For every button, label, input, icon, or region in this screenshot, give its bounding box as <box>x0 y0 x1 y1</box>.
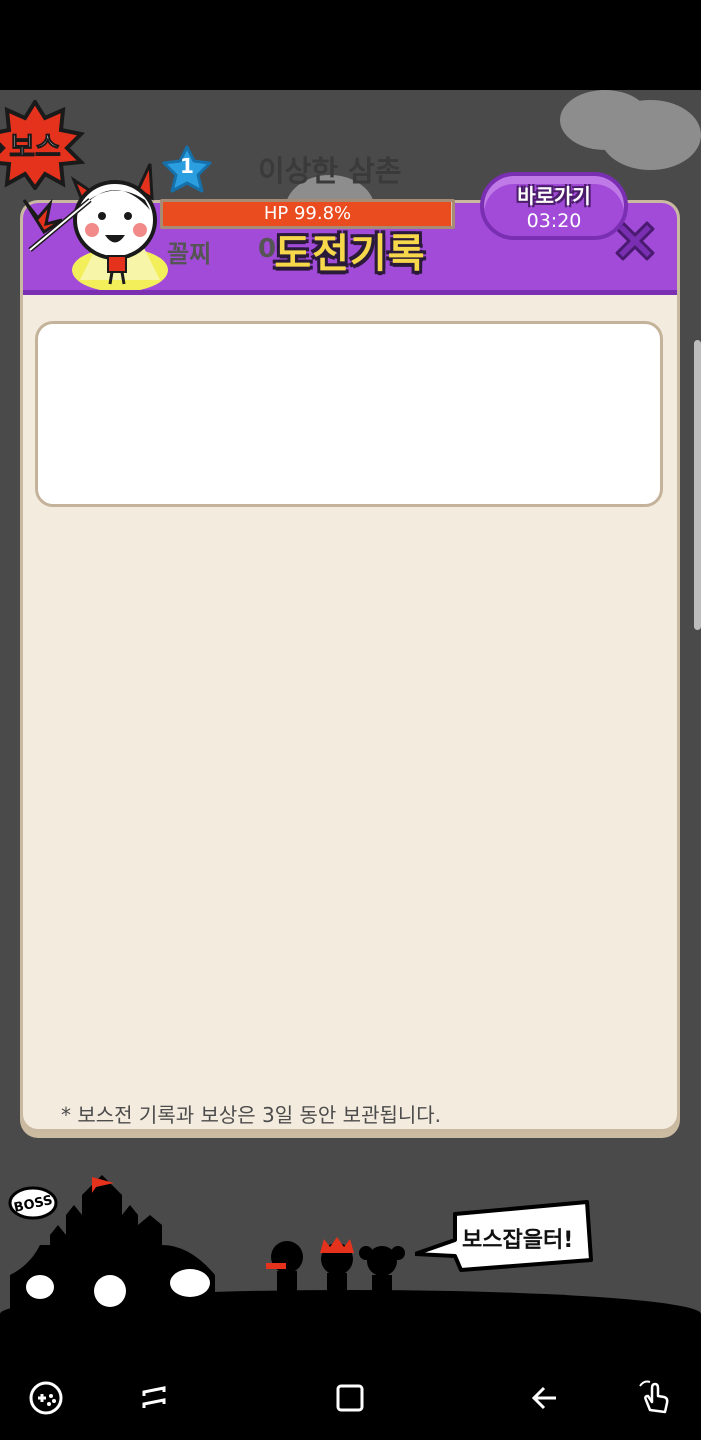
rank-badge-number: 1 <box>180 154 194 178</box>
goto-button-label: 바로가기 <box>517 184 591 208</box>
challenge-record-popup: 도전기록 * 보스전 기록과 보상은 3일 동안 보관됩니다. <box>20 200 680 1132</box>
speech-text: 보스잡을터! <box>462 1228 574 1253</box>
rank-value: 0 <box>258 234 277 264</box>
hero-silhouettes <box>266 1237 405 1293</box>
game-tools-icon <box>29 1381 63 1415</box>
back-icon <box>531 1386 556 1410</box>
home-icon <box>336 1384 364 1412</box>
hp-text: HP 99.8% <box>263 203 352 224</box>
game-tools-button[interactable] <box>26 1378 66 1418</box>
hp-bar: HP 99.8% <box>160 199 455 229</box>
back-button[interactable] <box>526 1378 566 1418</box>
rank-label: 꼴찌 <box>167 240 212 268</box>
touch-gesture-icon <box>639 1380 669 1414</box>
goto-button-timer: 03:20 <box>526 210 582 232</box>
boss-avatar <box>22 163 168 290</box>
goto-button[interactable]: 바로가기 03:20 <box>480 172 628 240</box>
home-button[interactable] <box>330 1378 370 1418</box>
status-bar <box>0 0 701 90</box>
record-card <box>35 321 663 507</box>
recent-apps-button[interactable] <box>134 1378 174 1418</box>
boss-sign: BOSS <box>8 1186 58 1220</box>
footnote: * 보스전 기록과 보상은 3일 동안 보관됩니다. <box>61 1103 442 1127</box>
boss-name: 이상한 삼촌 <box>258 154 402 188</box>
scroll-indicator[interactable] <box>694 340 701 630</box>
touch-gesture-button[interactable] <box>634 1378 674 1418</box>
recent-apps-icon <box>142 1386 166 1408</box>
cloud <box>600 100 701 170</box>
